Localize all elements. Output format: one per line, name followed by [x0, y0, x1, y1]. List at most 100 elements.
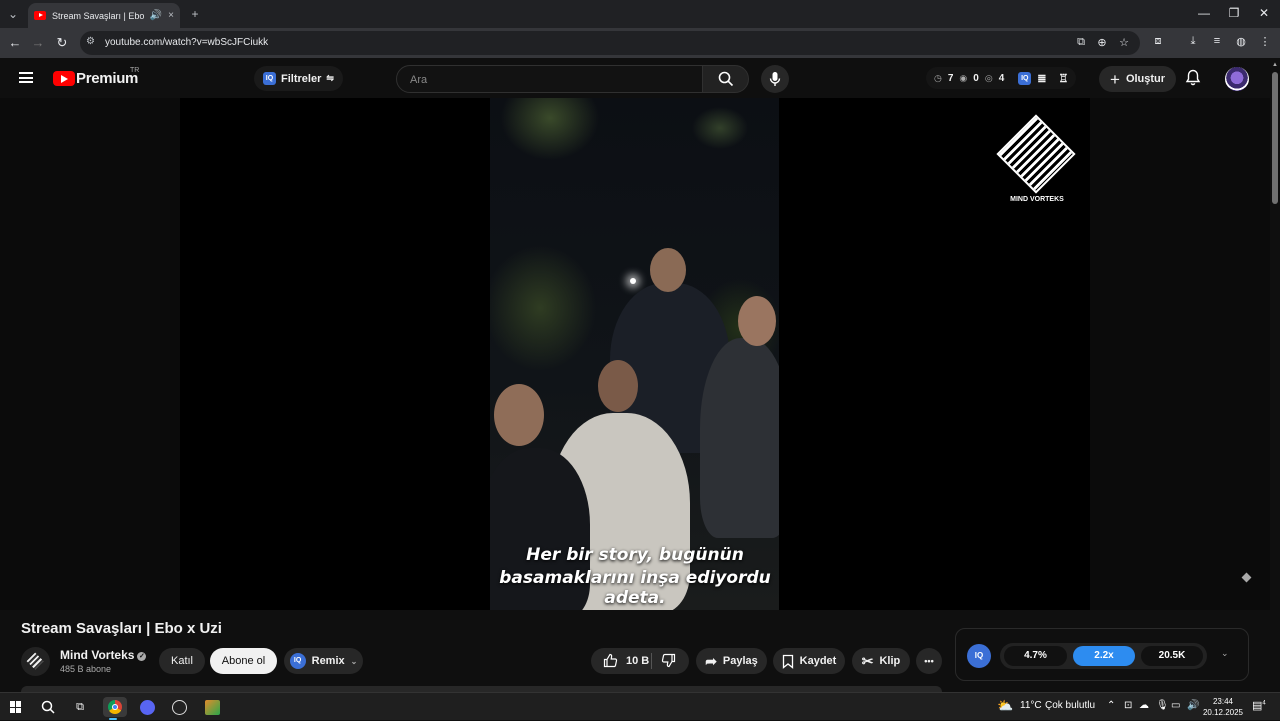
tab-close-icon[interactable]: × — [168, 10, 174, 21]
remix-button[interactable]: IQ Remix ⌄ — [284, 648, 363, 674]
user-avatar[interactable] — [1225, 67, 1249, 91]
person-figure — [700, 338, 779, 538]
file-app-icon[interactable] — [202, 697, 222, 717]
subscribe-button[interactable]: Abone ol — [210, 648, 277, 674]
speaker-icon[interactable]: 🔊 — [150, 10, 162, 21]
stat-count[interactable]: 20.5K — [1141, 646, 1203, 666]
forward-arrow-icon[interactable]: → — [30, 35, 46, 51]
notifications-bell-icon[interactable] — [1185, 69, 1201, 90]
restore-button[interactable]: ❐ — [1224, 6, 1244, 20]
discord-app-icon[interactable] — [137, 697, 157, 717]
person-head — [650, 248, 686, 292]
save-label: Kaydet — [799, 655, 837, 667]
new-tab-button[interactable]: + — [186, 5, 204, 23]
zoom-icon[interactable]: ⊕ — [1095, 36, 1109, 49]
iq-badge-icon[interactable]: IQ — [1018, 71, 1032, 85]
subscriber-count: 485 B abone — [60, 664, 112, 674]
site-info-icon[interactable]: ⚙ — [86, 36, 95, 47]
search-button[interactable] — [702, 65, 749, 93]
bookmark-star-icon[interactable]: ☆ — [1117, 36, 1131, 49]
voice-search-button[interactable] — [761, 65, 789, 93]
thumbs-up-icon — [603, 653, 618, 668]
download-icon[interactable]: ⤓ — [1185, 35, 1201, 48]
scroll-up-arrow-icon[interactable]: ▲ — [1272, 62, 1278, 68]
player-left-margin — [0, 98, 180, 610]
video-title: Stream Savaşları | Ebo x Uzi — [21, 620, 222, 637]
brand-label[interactable]: Premium — [76, 70, 138, 87]
profile-icon[interactable]: ◍ — [1233, 35, 1249, 48]
iq-stats-widget: IQ 4.7% 2.2x 20.5K ⌄ — [955, 628, 1249, 681]
clock-time: 23:44 — [1212, 697, 1234, 706]
save-button[interactable]: Kaydet — [773, 648, 845, 674]
channel-watermark-logo — [996, 114, 1076, 194]
channel-name[interactable]: Mind Vorteks — [60, 648, 134, 662]
hamburger-menu-icon[interactable] — [19, 72, 33, 83]
task-view-icon[interactable]: ⧉ — [70, 697, 90, 717]
like-button[interactable]: 10 B — [603, 653, 649, 668]
stat-multiplier[interactable]: 2.2x — [1073, 646, 1135, 666]
system-clock[interactable]: 23:44 20.12.2025 — [1200, 696, 1246, 718]
weather-text: Çok bulutlu — [1045, 700, 1096, 711]
tray-app-icon[interactable]: ⊡ — [1124, 700, 1132, 711]
person-head — [494, 384, 544, 446]
cast-icon[interactable]: ⧉ — [1074, 36, 1088, 49]
filters-button[interactable]: IQ Filtreler ⇋ — [254, 66, 343, 91]
menu-kebab-icon[interactable]: ⋮ — [1257, 35, 1273, 48]
subtitle-line-2: basamaklarını inşa ediyordu adeta. — [499, 568, 771, 608]
volume-icon[interactable]: 🔊 — [1187, 700, 1199, 711]
page-scrollbar[interactable]: ▲ — [1270, 58, 1280, 692]
extension-stats[interactable]: ◷ 7 ◉ 0 ◎ 4 IQ ≣ ♖ — [926, 67, 1077, 89]
share-label: Paylaş — [722, 655, 758, 667]
create-button[interactable]: + Oluştur — [1099, 66, 1177, 92]
share-button[interactable]: ➦ Paylaş — [696, 648, 767, 674]
chrome-taskbar-icon[interactable] — [103, 697, 127, 720]
tray-cloud-icon[interactable]: ☁ — [1139, 700, 1149, 711]
history-icon: ◷ — [934, 72, 942, 83]
browser-tab-active[interactable]: Stream Savaşları | Ebo x Uzi 🔊 × — [28, 3, 180, 28]
search-input[interactable]: Ara — [396, 65, 703, 93]
windows-start-icon[interactable] — [10, 701, 22, 713]
weather-cloud-icon[interactable]: ⛅ — [997, 698, 1013, 714]
scrollbar-thumb[interactable] — [1272, 72, 1278, 204]
eye-icon: ◉ — [959, 72, 968, 83]
clip-button[interactable]: ✂ Klip — [852, 648, 910, 674]
stat-percent[interactable]: 4.7% — [1004, 646, 1067, 666]
join-button[interactable]: Katıl — [159, 648, 205, 674]
clip-label: Klip — [879, 655, 901, 667]
reload-icon[interactable]: ↻ — [54, 35, 70, 51]
search-icon — [718, 71, 733, 87]
network-icon[interactable]: ▭ — [1171, 700, 1180, 711]
reading-list-icon[interactable]: ≡ — [1209, 35, 1225, 47]
notification-count: 4 — [1262, 700, 1266, 707]
channel-name-row[interactable]: Mind Vorteks ✓ — [60, 648, 147, 662]
back-arrow-icon[interactable]: ← — [7, 35, 23, 51]
queue-icon[interactable]: ≣ — [1037, 72, 1046, 85]
channel-avatar[interactable] — [21, 647, 50, 676]
minimize-button[interactable]: — — [1194, 6, 1214, 20]
youtube-logo-icon[interactable] — [53, 71, 75, 86]
address-bar[interactable]: ⚙ youtube.com/watch?v=wbScJFCiukk ⧉ ⊕ ☆ — [80, 31, 1140, 55]
trophy-icon[interactable]: ♖ — [1058, 72, 1068, 85]
dislike-button[interactable] — [661, 653, 676, 671]
tray-chevron-up-icon[interactable]: ⌃ — [1107, 700, 1115, 711]
like-count: 10 B — [626, 654, 650, 667]
iq-remix-icon: IQ — [289, 653, 306, 669]
notification-center-icon[interactable]: ▤4 — [1252, 699, 1266, 712]
tray-mic-icon[interactable]: 🎙 — [1156, 700, 1169, 711]
tab-search-button[interactable]: ⌄ — [4, 5, 22, 23]
more-actions-button[interactable]: ••• — [916, 648, 942, 674]
remix-label: Remix — [311, 655, 345, 667]
video-player[interactable]: Her bir story, bugünün basamaklarını inş… — [0, 98, 1270, 610]
obs-app-icon[interactable] — [169, 697, 189, 717]
temperature: 11°C — [1020, 700, 1042, 711]
extensions-icon[interactable]: ⧈ — [1150, 35, 1166, 48]
iq-logo-icon[interactable]: IQ — [967, 644, 991, 668]
taskbar-search-icon[interactable] — [38, 697, 58, 717]
video-frame[interactable] — [490, 98, 779, 610]
person-head — [738, 296, 776, 346]
close-window-button[interactable]: ✕ — [1254, 6, 1274, 20]
player-right-margin — [1090, 98, 1270, 610]
watermark-label: MIND VORTEKS — [1010, 196, 1064, 203]
widget-expand-chevron-icon[interactable]: ⌄ — [1221, 648, 1229, 659]
share-icon: ➦ — [705, 652, 717, 669]
